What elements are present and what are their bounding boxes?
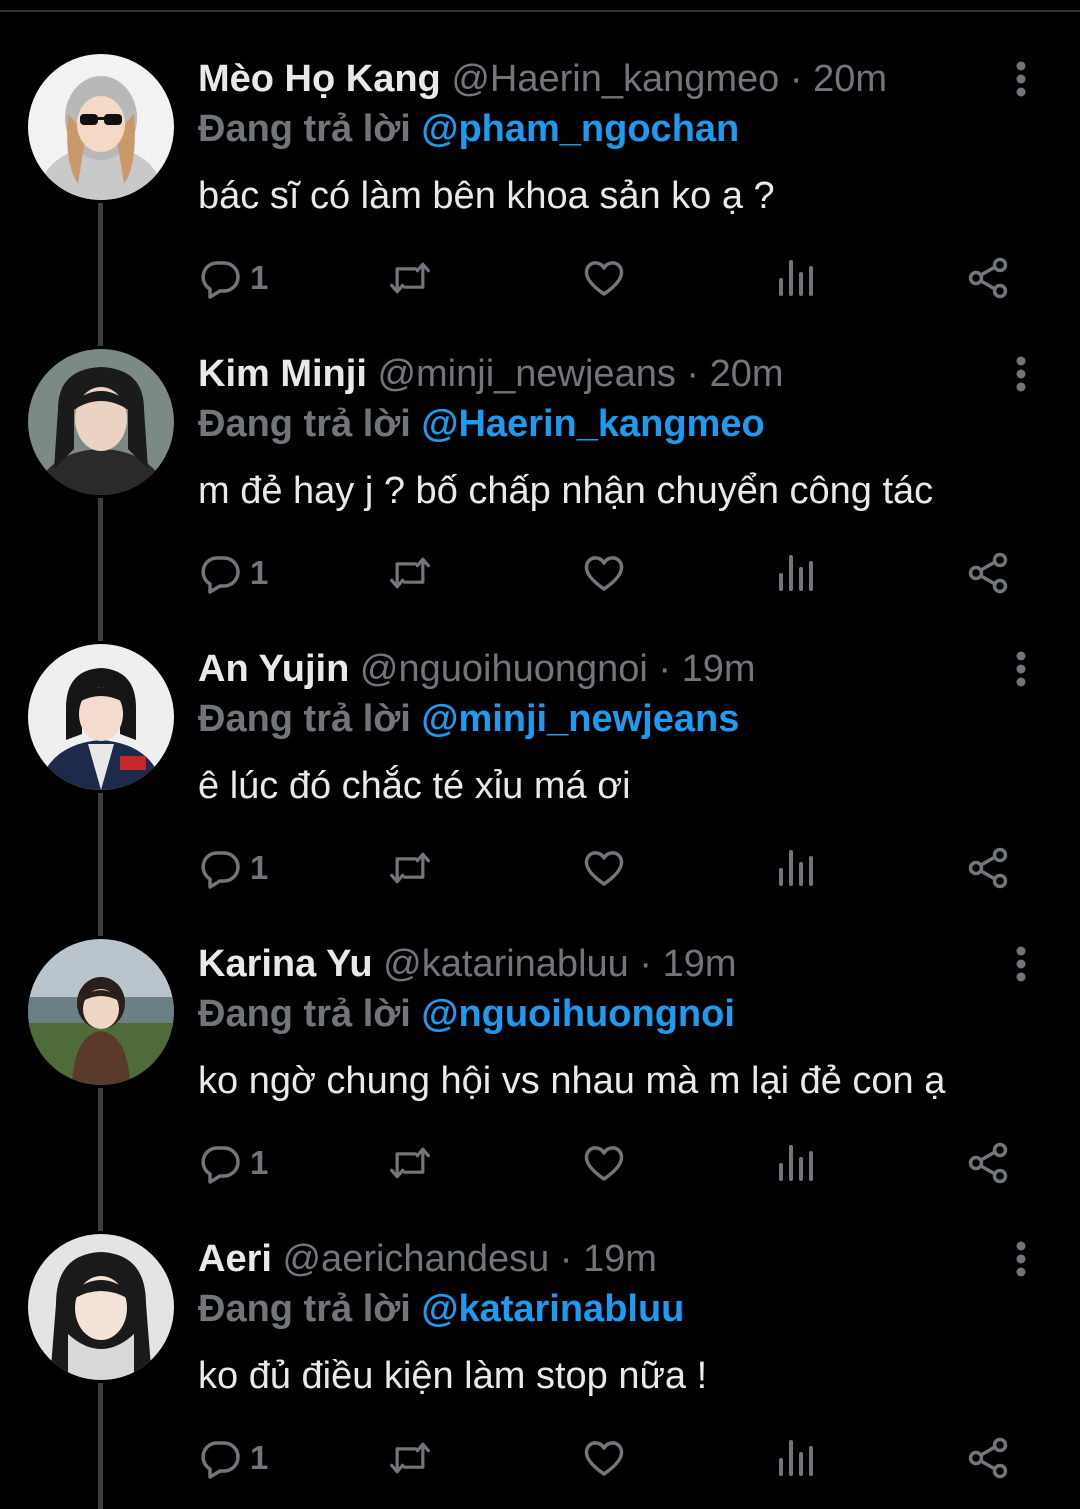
tweet[interactable]: An Yujin @nguoihuongnoi · 19m Đang trả l… [0,590,1080,889]
separator-dot: · [686,353,700,395]
tweet-header: Karina Yu @katarinabluu · 19m [198,939,736,989]
retweet-button[interactable] [388,1432,432,1484]
like-button[interactable] [582,1432,626,1484]
replying-to: Đang trả lời @minji_newjeans [198,694,739,744]
separator-dot: · [639,943,652,985]
replying-to-handle[interactable]: @nguoihuongnoi [421,993,735,1035]
separator-dot: · [658,648,672,690]
replying-to-label: Đang trả lời [198,108,411,150]
replying-to: Đang trả lời @Haerin_kangmeo [198,399,765,449]
views-button[interactable] [775,1432,819,1484]
share-icon [968,552,1008,594]
tweet-header: An Yujin @nguoihuongnoi · 19m [198,644,756,694]
display-name[interactable]: Karina Yu [198,943,373,985]
more-vertical-icon[interactable] [1000,1238,1042,1280]
separator-dot: · [789,58,803,100]
avatar[interactable] [28,349,174,495]
separator-dot: · [559,1238,573,1280]
reply-count: 1 [250,259,269,296]
user-handle[interactable]: @aerichandesu [282,1238,549,1280]
heart-icon [584,1146,624,1181]
avatar[interactable] [28,939,174,1085]
tweet-header: Aeri @aerichandesu · 19m [198,1234,657,1284]
reply-count: 1 [250,1439,269,1476]
heart-icon [584,851,624,886]
timestamp[interactable]: 20m [710,353,784,395]
reply-icon [201,1441,240,1479]
avatar[interactable] [28,54,174,200]
reply-count: 1 [250,849,269,886]
display-name[interactable]: Aeri [198,1238,272,1280]
tweet-text: bác sĩ có làm bên khoa sản ko ạ ? [198,175,775,217]
tweet-text: ko đủ điều kiện làm stop nữa ! [198,1355,708,1397]
share-button[interactable] [966,1432,1010,1484]
retweet-icon [390,1442,430,1474]
heart-icon [584,1441,624,1476]
share-icon [968,847,1008,889]
tweet[interactable]: Aeri @aerichandesu · 19m Đang trả lời @k… [0,1180,1080,1479]
more-vertical-icon[interactable] [1000,353,1042,395]
reply-count: 1 [250,554,269,591]
tweet[interactable]: Karina Yu @katarinabluu · 19m Đang trả l… [0,885,1080,1184]
replying-to-handle[interactable]: @pham_ngochan [421,108,739,150]
tweet-text: ko ngờ chung hội vs nhau mà m lại đẻ con… [198,1060,946,1102]
display-name[interactable]: Kim Minji [198,353,367,395]
retweet-icon [390,557,430,589]
reply-icon [201,261,240,299]
retweet-icon [390,852,430,884]
timestamp[interactable]: 19m [583,1238,657,1280]
avatar[interactable] [28,1234,174,1380]
replying-to-label: Đang trả lời [198,698,411,740]
reply-icon [201,851,240,889]
replying-to-label: Đang trả lời [198,403,411,445]
views-icon [779,850,813,886]
share-icon [968,257,1008,299]
replying-to-label: Đang trả lời [198,1288,411,1330]
replying-to-handle[interactable]: @katarinabluu [421,1288,684,1330]
replying-to-handle[interactable]: @minji_newjeans [421,698,739,740]
reply-icon [201,556,240,594]
views-icon [779,260,813,296]
tweet-header: Mèo Họ Kang @Haerin_kangmeo · 20m [198,54,887,104]
retweet-icon [390,1147,430,1179]
share-icon [968,1437,1008,1479]
user-handle[interactable]: @minji_newjeans [377,353,675,395]
user-handle[interactable]: @Haerin_kangmeo [451,58,779,100]
more-vertical-icon[interactable] [1000,58,1042,100]
reply-button[interactable]: 1 [198,1432,268,1484]
reply-icon [201,1146,240,1184]
reply-thread: Mèo Họ Kang @Haerin_kangmeo · 20m Đang t… [0,0,1080,1509]
avatar[interactable] [28,644,174,790]
user-handle[interactable]: @nguoihuongnoi [360,648,648,690]
views-icon [779,555,813,591]
heart-icon [584,261,624,296]
replying-to: Đang trả lời @nguoihuongnoi [198,989,735,1039]
replying-to-handle[interactable]: @Haerin_kangmeo [421,403,764,445]
tweet-header: Kim Minji @minji_newjeans · 20m [198,349,784,399]
views-icon [779,1440,813,1476]
user-handle[interactable]: @katarinabluu [383,943,629,985]
share-icon [968,1142,1008,1184]
tweet-text: m đẻ hay j ? bố chấp nhận chuyển công tá… [198,470,934,512]
heart-icon [584,556,624,591]
replying-to: Đang trả lời @katarinabluu [198,1284,684,1334]
views-icon [779,1145,813,1181]
action-bar: 1 [0,1432,1080,1484]
replying-to: Đang trả lời @pham_ngochan [198,104,739,154]
replying-to-label: Đang trả lời [198,993,411,1035]
reply-count: 1 [250,1144,269,1181]
tweet[interactable]: Mèo Họ Kang @Haerin_kangmeo · 20m Đang t… [0,0,1080,299]
timestamp[interactable]: 19m [682,648,756,690]
retweet-icon [390,262,430,294]
tweet-text: ê lúc đó chắc té xỉu má ơi [198,765,631,807]
more-vertical-icon[interactable] [1000,943,1042,985]
display-name[interactable]: An Yujin [198,648,349,690]
timestamp[interactable]: 19m [663,943,737,985]
more-vertical-icon[interactable] [1000,648,1042,690]
display-name[interactable]: Mèo Họ Kang [198,58,441,100]
tweet[interactable]: Kim Minji @minji_newjeans · 20m Đang trả… [0,295,1080,594]
timestamp[interactable]: 20m [813,58,887,100]
